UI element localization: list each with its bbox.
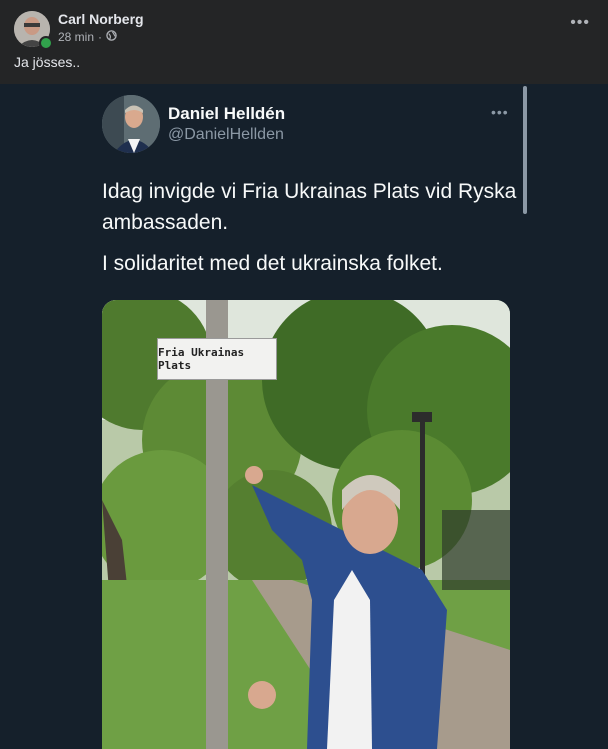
- online-status-icon: [39, 36, 53, 50]
- street-sign: Fria Ukrainas Plats: [157, 338, 277, 380]
- meta-separator: ·: [98, 30, 103, 44]
- author-name[interactable]: Carl Norberg: [58, 11, 144, 27]
- tweet-text: Idag invigde vi Fria Ukrainas Plats vid …: [102, 176, 522, 289]
- tweet-author-handle: @DanielHellden: [168, 126, 284, 143]
- tweet-photo: Fria Ukrainas Plats: [102, 300, 510, 749]
- post-meta: 28 min ·: [58, 30, 117, 44]
- facebook-post-header: Carl Norberg 28 min · ••• Ja jösses..: [0, 0, 608, 84]
- tweet-embed: Daniel Helldén @DanielHellden ••• Idag i…: [0, 84, 608, 749]
- globe-icon[interactable]: [106, 30, 117, 44]
- tweet-avatar: [102, 95, 160, 153]
- more-horizontal-icon[interactable]: •••: [570, 14, 590, 32]
- post-time[interactable]: 28 min: [58, 30, 94, 44]
- post-text: Ja jösses..: [14, 54, 81, 70]
- tweet-more-icon: •••: [491, 104, 509, 120]
- scrollbar[interactable]: [523, 86, 527, 214]
- tweet-paragraph: I solidaritet med det ukrainska folket.: [102, 252, 443, 275]
- tweet-paragraph: Idag invigde vi Fria Ukrainas Plats vid …: [102, 180, 517, 234]
- tweet-author-name: Daniel Helldén: [168, 104, 286, 123]
